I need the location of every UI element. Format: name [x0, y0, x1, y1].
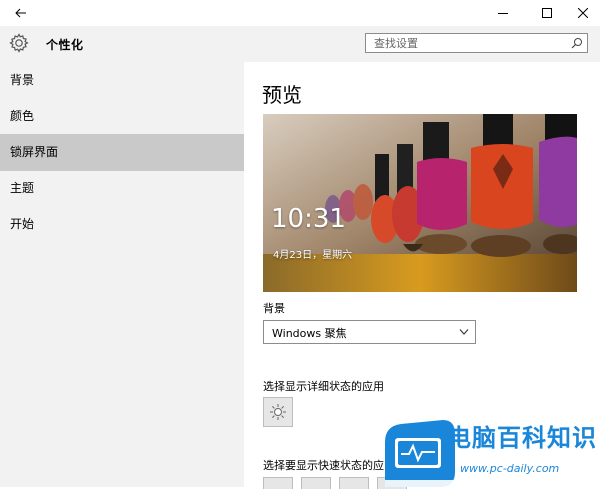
- page-title: 个性化: [46, 38, 84, 52]
- quick-status-label: 选择要显示快速状态的应: [263, 459, 384, 472]
- search-input[interactable]: [374, 34, 564, 52]
- lock-screen-date: 4月23日，星期六: [273, 250, 353, 261]
- sidebar-item-label: 背景: [10, 73, 35, 87]
- minimize-button[interactable]: [486, 0, 520, 26]
- detail-status-app-button[interactable]: [263, 397, 293, 427]
- sidebar-item-label: 颜色: [10, 109, 35, 123]
- lock-screen-time: 10:31: [271, 204, 346, 234]
- title-bar: [0, 0, 600, 26]
- quick-status-app-button[interactable]: [263, 477, 293, 489]
- gear-icon: [9, 33, 29, 53]
- sidebar-item-lock-screen[interactable]: 锁屏界面: [0, 134, 244, 171]
- watermark: 电脑百科知识 www.pc-daily.com: [385, 412, 600, 487]
- sidebar-item-label: 开始: [10, 217, 35, 231]
- sidebar-item-label: 主题: [10, 181, 35, 195]
- quick-status-app-button[interactable]: [301, 477, 331, 489]
- back-arrow-icon: [15, 8, 26, 18]
- close-icon: [578, 8, 588, 18]
- lock-screen-wallpaper-image: [263, 114, 577, 292]
- background-dropdown[interactable]: Windows 聚焦: [263, 320, 476, 344]
- lock-screen-preview: 10:31 4月23日，星期六: [263, 114, 577, 292]
- sidebar-item-start[interactable]: 开始: [0, 206, 244, 243]
- minimize-icon: [498, 13, 508, 14]
- weather-sun-icon: [270, 404, 286, 420]
- chevron-down-icon: [459, 329, 469, 335]
- sidebar: 背景 颜色 锁屏界面 主题 开始: [0, 62, 244, 487]
- close-button[interactable]: [566, 0, 600, 26]
- sidebar-item-colors[interactable]: 颜色: [0, 98, 244, 135]
- search-icon[interactable]: [571, 37, 583, 49]
- maximize-icon: [542, 8, 552, 18]
- watermark-brand: 电脑百科知识: [447, 424, 597, 452]
- section-title-preview: 预览: [262, 83, 302, 107]
- detail-status-label: 选择显示详细状态的应用: [263, 380, 384, 393]
- sidebar-item-themes[interactable]: 主题: [0, 170, 244, 207]
- maximize-button[interactable]: [530, 0, 564, 26]
- watermark-url: www.pc-daily.com: [460, 462, 560, 475]
- back-button[interactable]: [4, 0, 38, 26]
- background-label: 背景: [263, 302, 285, 315]
- sidebar-item-label: 锁屏界面: [10, 145, 59, 159]
- sidebar-item-background[interactable]: 背景: [0, 62, 244, 99]
- background-dropdown-value: Windows 聚焦: [272, 327, 347, 340]
- search-box[interactable]: [365, 33, 588, 53]
- quick-status-app-button[interactable]: [339, 477, 369, 489]
